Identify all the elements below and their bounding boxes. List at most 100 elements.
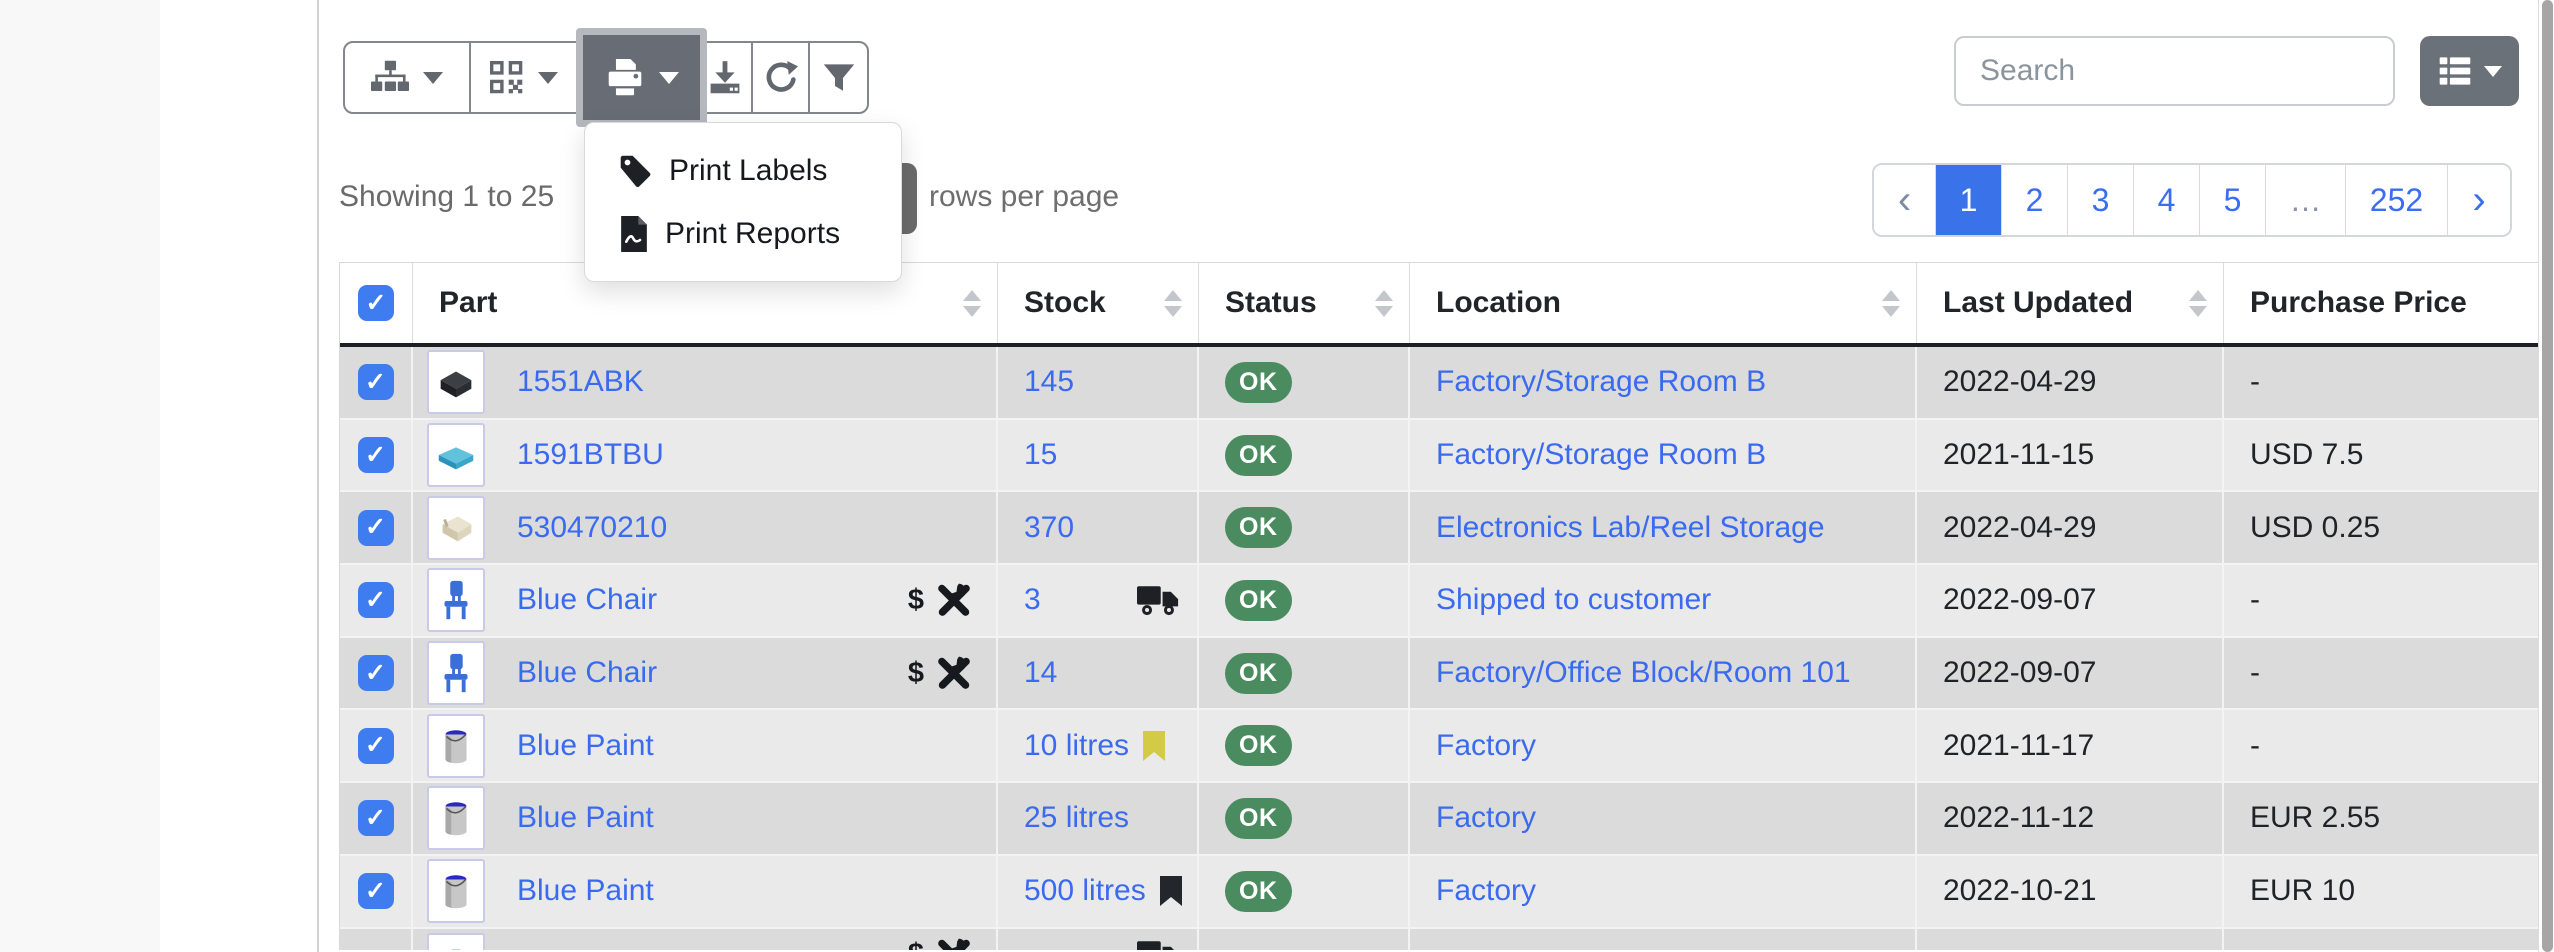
part-thumbnail[interactable]	[427, 933, 485, 950]
row-checkbox[interactable]: ✓	[358, 437, 394, 473]
purchase-price-value: -	[2250, 656, 2260, 690]
location-link[interactable]: Factory	[1436, 801, 1536, 835]
stock-items-table: ✓ Part Stock Status Location Last Update…	[339, 262, 2539, 950]
part-thumbnail[interactable]	[427, 714, 485, 778]
status-badge: OK	[1225, 725, 1292, 766]
status-badge: OK	[1225, 362, 1292, 403]
stock-link[interactable]: 14	[1024, 656, 1057, 690]
search-input[interactable]	[1954, 36, 2395, 106]
pagination-prev-button[interactable]: ‹	[1874, 165, 1936, 235]
location-link[interactable]: Factory/Office Block/Room 101	[1436, 656, 1851, 690]
location-link[interactable]: Electronics Lab/Reel Storage	[1436, 511, 1825, 545]
last-updated-value: 2022-09-07	[1943, 656, 2096, 690]
column-header-last-updated[interactable]: Last Updated	[1917, 263, 2224, 343]
menu-item-print-reports[interactable]: Print Reports	[585, 202, 901, 265]
status-badge: OK	[1225, 798, 1292, 839]
part-thumbnail[interactable]	[427, 496, 485, 560]
last-updated-value: 2022-10-21	[1943, 874, 2096, 908]
row-checkbox[interactable]: ✓	[358, 873, 394, 909]
table-row: ✓ Blue Paint 25 litres OK Factory 2022-1…	[340, 783, 2538, 856]
location-link[interactable]: Factory	[1436, 874, 1536, 908]
sort-icon[interactable]	[1375, 290, 1393, 317]
stock-link[interactable]: 3	[1024, 583, 1041, 617]
part-link[interactable]: 1551ABK	[517, 365, 644, 399]
row-checkbox[interactable]: ✓	[358, 582, 394, 618]
part-link[interactable]: Blue Paint	[517, 729, 654, 763]
table-row: ✓ Blue Paint 10 litres	[340, 710, 2538, 783]
row-checkbox[interactable]: ✓	[358, 364, 394, 400]
filter-table-button[interactable]	[810, 43, 867, 112]
pagination-page-3[interactable]: 3	[2068, 165, 2134, 235]
chevron-down-icon	[538, 72, 558, 84]
part-link[interactable]: Blue Chair	[517, 583, 657, 617]
column-header-location[interactable]: Location	[1410, 263, 1917, 343]
pdf-file-icon	[619, 216, 649, 252]
menu-item-print-labels[interactable]: Print Labels	[585, 139, 901, 202]
sort-icon[interactable]	[2189, 290, 2207, 317]
sort-icon[interactable]	[1164, 290, 1182, 317]
select-all-checkbox[interactable]: ✓	[358, 285, 394, 321]
pagination-page-5[interactable]: 5	[2200, 165, 2266, 235]
part-link[interactable]: 530470210	[517, 511, 667, 545]
printing-actions-active-button[interactable]	[576, 28, 707, 127]
table-row: ✓ Blue Chair $	[340, 638, 2538, 711]
stock-link[interactable]: 500 litres	[1024, 874, 1146, 908]
column-header-purchase-price[interactable]: Purchase Price	[2224, 263, 2538, 343]
dollar-icon: $	[908, 584, 924, 617]
location-link[interactable]: Factory/Storage Room B	[1436, 438, 1766, 472]
part-link[interactable]: Blue Paint	[517, 801, 654, 835]
column-visibility-button[interactable]	[2420, 36, 2519, 106]
part-link[interactable]: 1591BTBU	[517, 438, 664, 472]
stock-link[interactable]: 15	[1024, 438, 1057, 472]
flag-yellow-icon	[1143, 731, 1165, 761]
refresh-table-button[interactable]	[753, 43, 810, 112]
blue-item-image	[433, 942, 479, 950]
download-icon	[709, 61, 741, 95]
vertical-scrollbar[interactable]	[2542, 0, 2553, 952]
status-badge: OK	[1225, 653, 1292, 694]
refresh-icon	[764, 61, 798, 95]
part-link[interactable]: Blue Chair	[517, 656, 657, 690]
chevron-down-icon	[659, 72, 679, 84]
last-updated-value: 2022-04-29	[1943, 511, 2096, 545]
location-link[interactable]: Factory/Storage Room B	[1436, 365, 1766, 399]
table-row: ✓ 1551ABK 145 OK Factory/Storage Room B …	[340, 347, 2538, 420]
location-link[interactable]: Shipped to customer	[1436, 583, 1711, 617]
pagination-page-4[interactable]: 4	[2134, 165, 2200, 235]
location-link[interactable]: Factory	[1436, 729, 1536, 763]
pagination-page-2[interactable]: 2	[2002, 165, 2068, 235]
stock-actions-dropdown-button[interactable]	[345, 43, 471, 112]
barcode-actions-dropdown-button[interactable]	[471, 43, 579, 112]
part-thumbnail[interactable]	[427, 786, 485, 850]
rows-per-page-label: rows per page	[929, 180, 1119, 214]
purchase-price-value: EUR 10	[2250, 874, 2355, 908]
truck-icon	[1137, 939, 1179, 950]
row-checkbox[interactable]: ✓	[358, 728, 394, 764]
tag-icon	[619, 154, 653, 188]
table-row: ✓ Blue Chair $	[340, 565, 2538, 638]
stock-link[interactable]: 145	[1024, 365, 1074, 399]
status-badge: OK	[1225, 507, 1292, 548]
part-thumbnail[interactable]	[427, 641, 485, 705]
stock-link[interactable]: 10 litres	[1024, 729, 1129, 763]
pagination-page-1[interactable]: 1	[1936, 165, 2002, 235]
part-thumbnail[interactable]	[427, 568, 485, 632]
row-checkbox[interactable]: ✓	[358, 655, 394, 691]
part-thumbnail[interactable]	[427, 423, 485, 487]
pagination-next-button[interactable]: ›	[2448, 165, 2510, 235]
sort-icon[interactable]	[1882, 290, 1900, 317]
filter-icon	[823, 62, 855, 94]
column-header-status[interactable]: Status	[1199, 263, 1410, 343]
stock-link[interactable]: 370	[1024, 511, 1074, 545]
menu-item-label: Print Reports	[665, 217, 840, 251]
pagination-page-252[interactable]: 252	[2346, 165, 2448, 235]
part-thumbnail[interactable]	[427, 350, 485, 414]
sort-icon[interactable]	[963, 290, 981, 317]
dollar-icon: $	[908, 657, 924, 690]
row-checkbox[interactable]: ✓	[358, 800, 394, 836]
row-checkbox[interactable]: ✓	[358, 510, 394, 546]
stock-link[interactable]: 25 litres	[1024, 801, 1129, 835]
part-thumbnail[interactable]	[427, 859, 485, 923]
part-link[interactable]: Blue Paint	[517, 874, 654, 908]
column-header-stock[interactable]: Stock	[998, 263, 1199, 343]
